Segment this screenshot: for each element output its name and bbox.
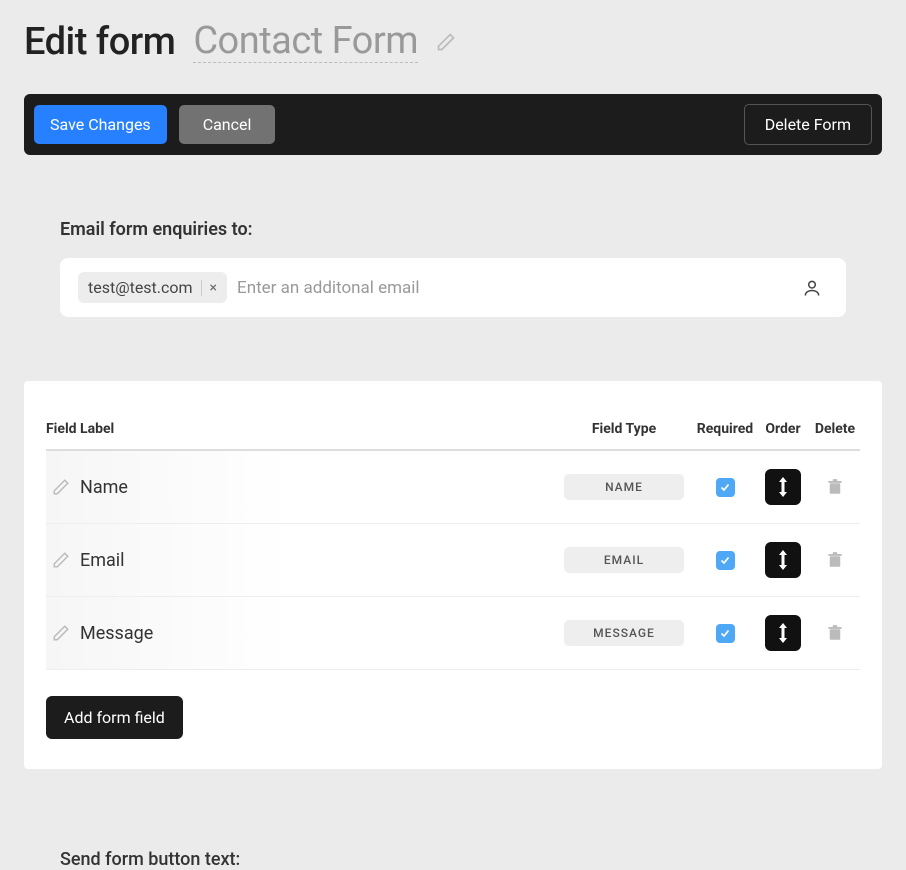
header-type: Field Type xyxy=(564,421,684,437)
form-name-editable[interactable]: Contact Form xyxy=(193,21,418,64)
email-input-wrap[interactable]: test@test.com × xyxy=(60,258,846,317)
email-panel-label: Email form enquiries to: xyxy=(60,219,846,240)
header-label: Field Label xyxy=(46,421,564,437)
pencil-icon[interactable] xyxy=(46,478,76,496)
drag-handle-icon[interactable] xyxy=(765,542,801,578)
header-order: Order xyxy=(756,421,810,437)
table-row: Email EMAIL xyxy=(46,524,860,597)
field-type-badge: NAME xyxy=(564,474,684,500)
save-button[interactable]: Save Changes xyxy=(34,105,167,144)
field-type-badge: MESSAGE xyxy=(564,620,684,646)
cancel-button[interactable]: Cancel xyxy=(179,105,276,144)
required-checkbox[interactable] xyxy=(716,478,735,497)
trash-icon[interactable] xyxy=(810,624,860,642)
fields-header: Field Label Field Type Required Order De… xyxy=(46,421,860,451)
field-label[interactable]: Email xyxy=(76,550,564,571)
send-button-panel-label: Send form button text: xyxy=(60,849,846,870)
field-type-badge: EMAIL xyxy=(564,547,684,573)
required-cell xyxy=(694,551,756,570)
action-bar: Save Changes Cancel Delete Form xyxy=(24,94,882,155)
required-checkbox[interactable] xyxy=(716,624,735,643)
field-label[interactable]: Name xyxy=(76,477,564,498)
pencil-icon[interactable] xyxy=(46,624,76,642)
email-chip-text: test@test.com xyxy=(88,278,193,297)
header-delete: Delete xyxy=(810,421,860,437)
order-cell xyxy=(756,542,810,578)
pencil-icon[interactable] xyxy=(46,551,76,569)
pencil-icon[interactable] xyxy=(436,32,456,52)
email-chip: test@test.com × xyxy=(78,272,227,303)
page-header: Edit form Contact Form xyxy=(0,0,906,94)
trash-icon[interactable] xyxy=(810,478,860,496)
page-title: Edit form xyxy=(24,20,175,64)
required-cell xyxy=(694,624,756,643)
email-panel: Email form enquiries to: test@test.com × xyxy=(24,183,882,353)
order-cell xyxy=(756,469,810,505)
trash-icon[interactable] xyxy=(810,551,860,569)
fields-table: Field Label Field Type Required Order De… xyxy=(24,381,882,769)
send-button-panel: Send form button text: xyxy=(24,813,882,870)
required-checkbox[interactable] xyxy=(716,551,735,570)
header-required: Required xyxy=(694,421,756,437)
drag-handle-icon[interactable] xyxy=(765,615,801,651)
chip-remove-icon[interactable]: × xyxy=(210,280,217,296)
delete-form-button[interactable]: Delete Form xyxy=(744,104,872,145)
required-cell xyxy=(694,478,756,497)
order-cell xyxy=(756,615,810,651)
field-label[interactable]: Message xyxy=(76,623,564,644)
user-icon[interactable] xyxy=(796,278,828,298)
email-additional-input[interactable] xyxy=(237,278,786,298)
table-row: Name NAME xyxy=(46,451,860,524)
table-row: Message MESSAGE xyxy=(46,597,860,670)
drag-handle-icon[interactable] xyxy=(765,469,801,505)
add-field-button[interactable]: Add form field xyxy=(46,696,183,739)
